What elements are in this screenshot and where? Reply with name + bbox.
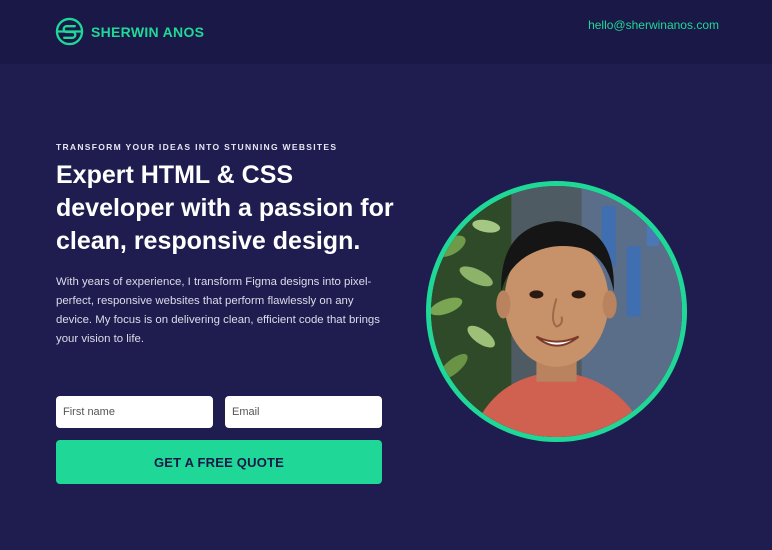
hero-section: TRANSFORM YOUR IDEAS INTO STUNNING WEBSI… [56,142,394,349]
hero-eyebrow: TRANSFORM YOUR IDEAS INTO STUNNING WEBSI… [56,142,338,152]
logo-icon [55,17,84,46]
first-name-input[interactable] [56,396,213,428]
quote-form [56,396,382,428]
email-input[interactable] [225,396,382,428]
get-quote-button[interactable]: GET A FREE QUOTE [56,440,382,484]
email-link[interactable]: hello@sherwinanos.com [588,18,719,32]
hero-intro: With years of experience, I transform Fi… [56,276,380,345]
brand-name: SHERWIN ANOS [91,23,205,40]
brand-logo[interactable]: SHERWIN ANOS [55,17,204,46]
portrait-image [431,186,682,437]
profile-photo [426,181,687,442]
hero-headline: Expert HTML & CSS developer with a passi… [56,161,394,255]
site-header: SHERWIN ANOS hello@sherwinanos.com [0,0,772,64]
